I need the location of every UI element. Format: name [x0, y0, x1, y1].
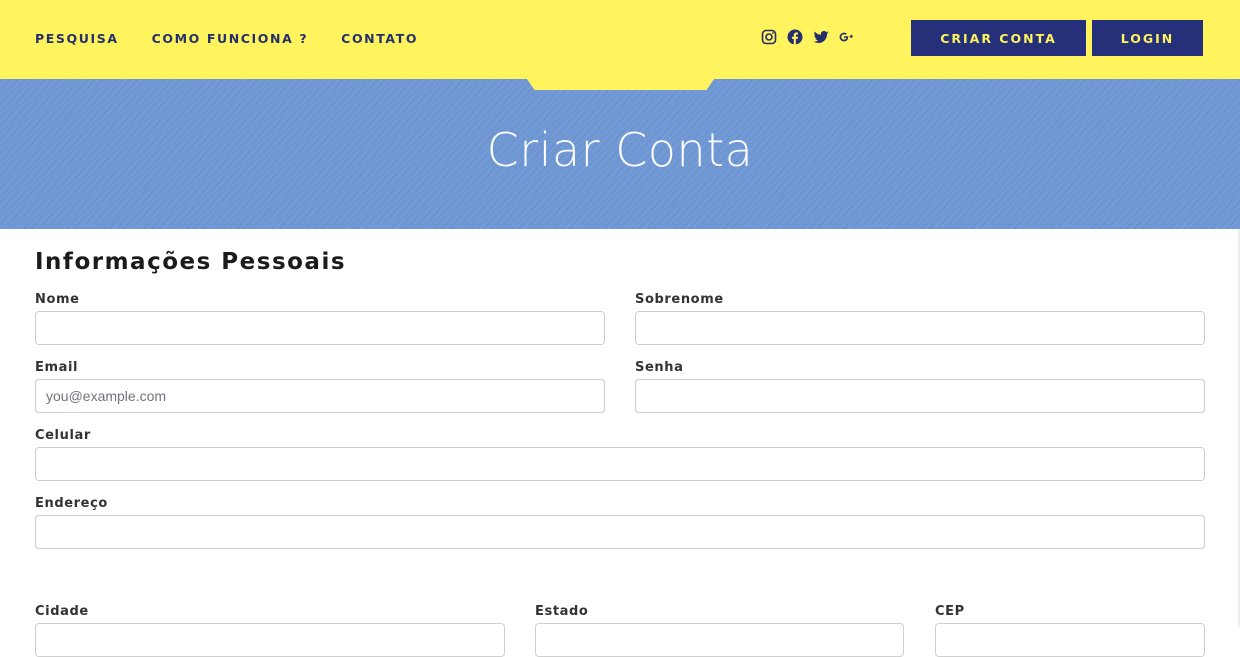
nav-link-como-funciona[interactable]: COMO FUNCIONA ?	[152, 31, 309, 46]
hero-banner: Criar Conta	[0, 79, 1240, 229]
estado-select[interactable]	[535, 623, 904, 657]
facebook-icon[interactable]	[787, 29, 803, 45]
cidade-label: Cidade	[35, 604, 89, 619]
email-label: Email	[35, 360, 79, 375]
celular-label: Celular	[35, 428, 91, 443]
cidade-input[interactable]	[35, 623, 505, 657]
sobrenome-input[interactable]	[635, 311, 1205, 345]
estado-label: Estado	[535, 604, 589, 619]
nome-label: Nome	[35, 292, 80, 307]
sobrenome-label: Sobrenome	[635, 292, 724, 307]
page-title: Criar Conta	[486, 123, 754, 177]
google-plus-icon[interactable]	[839, 29, 855, 45]
nome-input[interactable]	[35, 311, 605, 345]
endereco-input[interactable]	[35, 515, 1205, 549]
section-title: Informações Pessoais	[35, 249, 347, 275]
twitter-icon[interactable]	[813, 29, 829, 45]
senha-input[interactable]	[635, 379, 1205, 413]
nav-notch	[527, 79, 714, 90]
login-button[interactable]: LOGIN	[1092, 20, 1203, 56]
nav-link-contato[interactable]: CONTATO	[341, 31, 418, 46]
email-input[interactable]	[35, 379, 605, 413]
social-links	[761, 29, 865, 45]
create-account-button[interactable]: CRIAR CONTA	[911, 20, 1086, 56]
cep-input[interactable]	[935, 623, 1205, 657]
top-navbar: PESQUISA COMO FUNCIONA ? CONTATO CRIAR C…	[0, 0, 1240, 79]
senha-label: Senha	[635, 360, 684, 375]
nav-link-pesquisa[interactable]: PESQUISA	[35, 31, 119, 46]
instagram-icon[interactable]	[761, 29, 777, 45]
endereco-label: Endereço	[35, 496, 108, 511]
cep-label: CEP	[935, 604, 965, 619]
nav-links: PESQUISA COMO FUNCIONA ? CONTATO	[35, 31, 451, 46]
celular-input[interactable]	[35, 447, 1205, 481]
